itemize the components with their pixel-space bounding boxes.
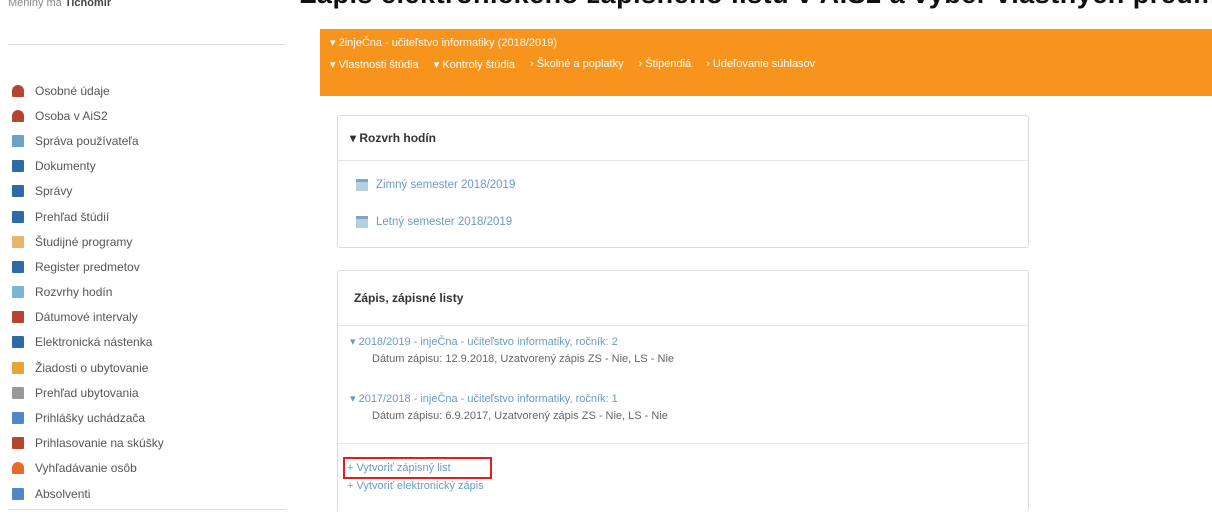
person-icon	[12, 84, 24, 97]
nav-study-properties[interactable]: ▾ Vlastnosti štúdia	[330, 58, 419, 71]
person-icon	[12, 109, 24, 122]
sidebar-item-label: Dokumenty	[35, 159, 96, 174]
sidebar-item[interactable]: Dokumenty	[12, 154, 292, 179]
book-icon	[12, 210, 24, 223]
highlight-box	[343, 457, 492, 479]
schedule-panel-title[interactable]: ▾ Rozvrh hodín	[338, 116, 1028, 161]
sidebar-menu: Osobné údaje Osoba v AiS2 Správa používate…	[12, 78, 292, 506]
sidebar-divider-bottom	[8, 509, 286, 510]
enrollment-entry-link[interactable]: ▾ 2017/2018 - injeČna - učiteľstvo infor…	[350, 392, 668, 405]
study-title[interactable]: ▾ 2injeČna - učiteľstvo informatiky (201…	[330, 36, 1202, 49]
nav-consents[interactable]: › Udeľovanie súhlasov	[706, 58, 815, 71]
sidebar-item-label: Elektronická nástenka	[35, 335, 153, 350]
sidebar-item-label: Absolventi	[35, 486, 91, 501]
document-icon	[12, 160, 24, 173]
sidebar-item[interactable]: Register predmetov	[12, 254, 292, 279]
winter-semester-label: Zimný semester 2018/2019	[376, 179, 516, 191]
graduate-icon	[12, 487, 24, 500]
enrollment-entry-link[interactable]: ▾ 2018/2019 - injeČna - učiteľstvo infor…	[350, 335, 674, 348]
nav-fees[interactable]: › Školné a poplatky	[530, 58, 624, 71]
sidebar-item[interactable]: Osoba v AiS2	[12, 103, 292, 128]
sidebar-item[interactable]: Absolventi	[12, 481, 292, 506]
nav-study-checks[interactable]: ▾ Kontroly štúdia	[434, 58, 515, 71]
sidebar-item-label: Prehľad štúdií	[35, 209, 110, 224]
user-tree-icon	[12, 134, 24, 147]
program-icon	[12, 235, 24, 248]
sidebar-item[interactable]: Rozvrhy hodín	[12, 280, 292, 305]
sidebar-item[interactable]: Vyhľadávanie osôb	[12, 456, 292, 481]
sidebar-item-label: Osoba v AiS2	[35, 108, 108, 123]
sidebar-item-label: Osobné údaje	[35, 83, 110, 98]
exam-icon	[12, 437, 24, 450]
enrollment-entry: ▾ 2018/2019 - injeČna - učiteľstvo infor…	[350, 335, 674, 365]
sidebar-item-label: Správa používateľa	[35, 133, 139, 148]
sidebar-item-label: Dátumové intervaly	[35, 310, 138, 325]
sidebar-item-label: Prihlášky uchádzača	[35, 411, 146, 426]
namedays-name: Tichomír	[64, 0, 112, 9]
sidebar-item[interactable]: Žiadosti o ubytovanie	[12, 355, 292, 380]
sidebar-divider	[8, 44, 286, 45]
sidebar-item-label: Vyhľadávanie osôb	[35, 461, 137, 476]
sidebar-item[interactable]: Prihlášky uchádzača	[12, 405, 292, 430]
winter-semester-link[interactable]: Zimný semester 2018/2019	[356, 179, 515, 191]
accommodation-list-icon	[12, 386, 24, 399]
sidebar-item[interactable]: Osobné údaje	[12, 78, 292, 103]
briefcase-icon	[12, 260, 24, 273]
people-search-icon	[12, 462, 24, 475]
board-icon	[12, 336, 24, 349]
namedays-prefix: Meniny má	[8, 0, 62, 9]
sidebar-item-label: Správy	[35, 184, 73, 199]
sidebar-item[interactable]: Elektronická nástenka	[12, 330, 292, 355]
enrollment-panel-title: Zápis, zápisné listy	[338, 271, 1028, 326]
sidebar-item[interactable]: Správy	[12, 179, 292, 204]
create-electronic-enrollment-link[interactable]: + Vytvoriť elektronický zápis	[347, 480, 484, 492]
study-header: ▾ 2injeČna - učiteľstvo informatiky (201…	[320, 29, 1212, 96]
sidebar-item[interactable]: Študijné programy	[12, 229, 292, 254]
sidebar-item-label: Register predmetov	[35, 259, 140, 274]
enrollment-entry-details: Dátum zápisu: 12.9.2018, Uzatvorený zápi…	[372, 353, 675, 365]
calendar-icon	[356, 216, 368, 228]
calendar-icon	[356, 179, 368, 191]
sidebar-item-label: Prehľad ubytovania	[35, 385, 139, 400]
enrollment-divider	[338, 443, 1028, 444]
message-icon	[12, 185, 24, 198]
sidebar-item-label: Študijné programy	[35, 234, 133, 249]
accommodation-request-icon	[12, 361, 24, 374]
sidebar-item[interactable]: Správa používateľa	[12, 128, 292, 153]
enrollment-entry-details: Dátum zápisu: 6.9.2017, Uzatvorený zápis…	[372, 410, 668, 422]
nav-scholarships[interactable]: › Štipendiá	[639, 58, 692, 71]
sidebar-item[interactable]: Prihlasovanie na skúšky	[12, 431, 292, 456]
sidebar-item-label: Prihlasovanie na skúšky	[35, 436, 164, 451]
study-nav: ▾ Vlastnosti štúdia ▾ Kontroly štúdia › …	[330, 58, 1202, 71]
sidebar-item[interactable]: Prehľad štúdií	[12, 204, 292, 229]
enrollment-entry: ▾ 2017/2018 - injeČna - učiteľstvo infor…	[350, 392, 668, 422]
sidebar-item[interactable]: Dátumové intervaly	[12, 305, 292, 330]
page-heading: Zápis elektronického zápisného listu v A…	[0, 0, 1212, 9]
namedays-text: Meniny má Tichomír	[8, 0, 111, 9]
schedule-panel: ▾ Rozvrh hodín Zimný semester 2018/2019 …	[337, 115, 1029, 248]
sidebar-item[interactable]: Prehľad ubytovania	[12, 380, 292, 405]
sidebar-item-label: Rozvrhy hodín	[35, 285, 113, 300]
summer-semester-link[interactable]: Letný semester 2018/2019	[356, 216, 512, 228]
summer-semester-label: Letný semester 2018/2019	[376, 216, 513, 228]
calendar-icon	[12, 311, 24, 324]
schedule-icon	[12, 286, 24, 299]
sidebar-item-label: Žiadosti o ubytovanie	[35, 360, 149, 375]
application-icon	[12, 412, 24, 425]
